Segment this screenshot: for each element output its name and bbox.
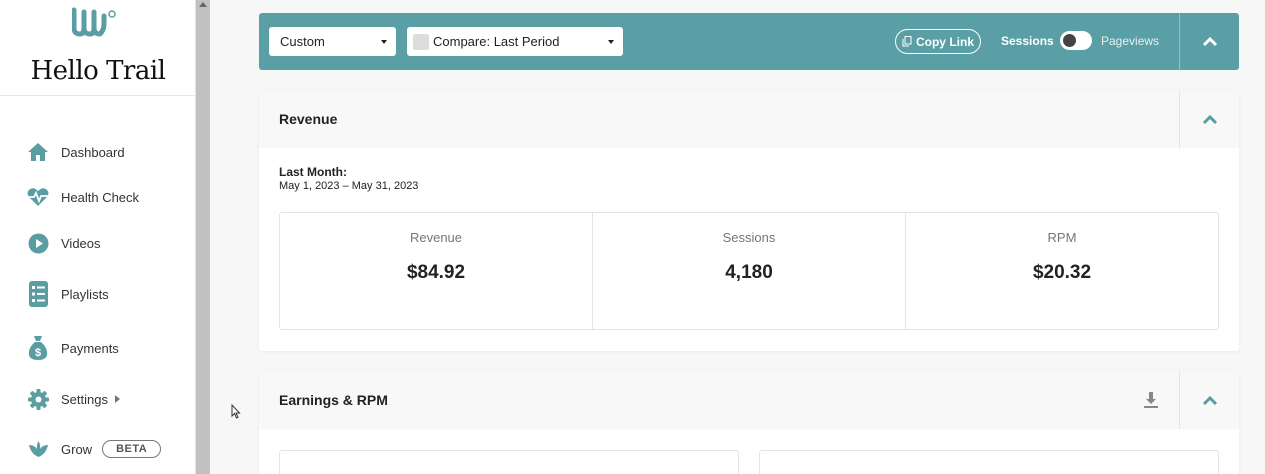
stat-label: Revenue	[409, 230, 463, 245]
compare-color-swatch	[413, 33, 429, 50]
panel-header: Revenue	[259, 91, 1239, 148]
chevron-up-icon	[1202, 395, 1217, 405]
copy-link-button[interactable]: Copy Link	[895, 29, 981, 54]
sidebar: Hello Trail Dashboard Health Check Video…	[0, 0, 196, 474]
logo-area: Hello Trail	[0, 0, 195, 96]
compare-select[interactable]: Compare: Last Period	[407, 27, 623, 56]
stat-rpm: RPM $20.32	[906, 213, 1218, 329]
stat-label: RPM	[1047, 230, 1077, 245]
copy-link-label: Copy Link	[915, 34, 974, 49]
stat-value: $84.92	[406, 262, 466, 283]
download-icon[interactable]	[1143, 391, 1159, 409]
dropdown-arrow-icon	[381, 40, 387, 44]
chevron-up-icon	[1202, 114, 1217, 124]
revenue-collapse-button[interactable]	[1180, 91, 1239, 148]
revenue-panel: Revenue Last Month: May 1, 2023 – May 31…	[259, 91, 1239, 351]
sidebar-item-videos[interactable]: Videos	[26, 228, 101, 258]
rpm-chart-card	[759, 450, 1219, 474]
list-icon	[26, 281, 50, 307]
period-label: Last Month:	[279, 165, 347, 179]
date-range-value: Custom	[280, 34, 325, 49]
earnings-panel: Earnings & RPM	[259, 372, 1239, 474]
scroll-up-icon[interactable]	[199, 2, 207, 7]
stat-value: $20.32	[1032, 262, 1092, 283]
leaf-icon	[26, 437, 50, 461]
sidebar-item-dashboard[interactable]: Dashboard	[26, 137, 125, 167]
caret-right-icon	[114, 395, 120, 403]
earnings-collapse-button[interactable]	[1180, 372, 1239, 429]
sidebar-item-label: Health Check	[61, 189, 140, 205]
panel-title: Revenue	[279, 111, 338, 127]
heartbeat-icon	[26, 185, 50, 209]
gear-icon	[26, 387, 50, 411]
sidebar-scrollbar[interactable]	[196, 0, 210, 474]
sidebar-item-payments[interactable]: $ Payments	[26, 333, 119, 363]
sidebar-item-label: Playlists	[61, 286, 109, 302]
period-range: May 1, 2023 – May 31, 2023	[279, 180, 419, 192]
copy-icon	[902, 36, 912, 47]
sessions-pageviews-toggle[interactable]	[1060, 31, 1092, 50]
toggle-label-sessions: Sessions	[1001, 34, 1054, 48]
stat-value: 4,180	[725, 262, 773, 283]
home-icon	[26, 140, 50, 164]
compare-value: Compare: Last Period	[433, 34, 560, 49]
dropdown-arrow-icon	[608, 40, 614, 44]
filter-toolbar: Custom Compare: Last Period Copy Link Se…	[259, 13, 1239, 70]
toolbar-collapse-button[interactable]	[1180, 13, 1239, 70]
play-circle-icon	[26, 231, 50, 255]
stat-label: Sessions	[722, 230, 776, 245]
toggle-knob	[1063, 34, 1076, 47]
chevron-up-icon	[1202, 36, 1217, 46]
beta-badge: BETA	[102, 440, 162, 458]
sidebar-item-label: Grow	[61, 441, 93, 457]
brand-name: Hello Trail	[30, 56, 166, 86]
stat-sessions: Sessions 4,180	[593, 213, 906, 329]
sidebar-item-label: Payments	[61, 340, 119, 356]
stat-revenue: Revenue $84.92	[280, 213, 593, 329]
sidebar-item-playlists[interactable]: Playlists	[26, 279, 109, 309]
panel-header: Earnings & RPM	[259, 372, 1239, 429]
logo-icon[interactable]	[72, 6, 118, 38]
sidebar-item-grow[interactable]: Grow BETA	[26, 434, 162, 464]
date-range-select[interactable]: Custom	[269, 27, 396, 56]
sidebar-item-health-check[interactable]: Health Check	[26, 182, 139, 212]
toggle-label-pageviews: Pageviews	[1101, 34, 1160, 48]
svg-text:$: $	[35, 347, 41, 359]
earnings-chart-card	[279, 450, 739, 474]
sidebar-item-label: Videos	[61, 235, 101, 251]
stats-grid: Revenue $84.92 Sessions 4,180 RPM $20.32	[279, 212, 1219, 330]
mouse-cursor-icon	[231, 404, 241, 419]
sidebar-item-label: Dashboard	[61, 144, 125, 160]
panel-title: Earnings & RPM	[279, 392, 388, 408]
money-bag-icon: $	[26, 336, 50, 360]
sidebar-item-settings[interactable]: Settings	[26, 384, 120, 414]
sidebar-item-label: Settings	[61, 391, 108, 407]
